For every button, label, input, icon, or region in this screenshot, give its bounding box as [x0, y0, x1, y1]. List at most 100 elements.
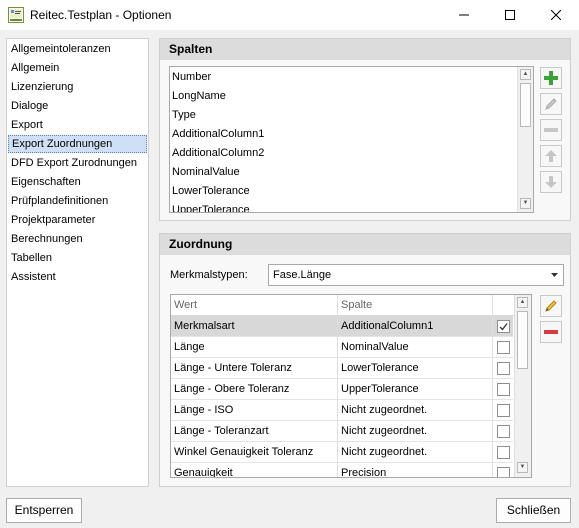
minimize-button[interactable] — [441, 0, 487, 30]
table-row[interactable]: Merkmalsart AdditionalColumn1 — [171, 316, 513, 337]
cell-spalte[interactable]: Nicht zugeordnet. — [338, 400, 493, 421]
cell-wert: Länge — [171, 337, 338, 358]
remove-mapping-button[interactable] — [540, 321, 562, 343]
title-bar: Reitec.Testplan - Optionen — [0, 0, 579, 30]
minus-icon — [544, 330, 558, 334]
close-button[interactable]: Schließen — [496, 498, 571, 523]
scroll-up-arrow-icon[interactable]: ▲ — [517, 297, 528, 308]
cell-spalte[interactable]: AdditionalColumn1 — [338, 316, 493, 337]
pencil-icon — [545, 98, 557, 110]
reitec-app-icon — [8, 7, 24, 23]
edit-column-button[interactable] — [540, 93, 562, 115]
nav-item-tabellen[interactable]: Tabellen — [8, 249, 147, 267]
spalten-group: Spalten Number LongName Type AdditionalC… — [159, 38, 571, 221]
cell-spalte[interactable]: NominalValue — [338, 337, 493, 358]
scrollbar-thumb[interactable] — [520, 83, 531, 127]
mapping-grid: Wert Spalte Merkmalsart AdditionalColumn… — [170, 294, 532, 478]
zuordnung-header: Zuordnung — [160, 234, 570, 255]
row-checkbox[interactable] — [497, 320, 510, 333]
cell-spalte[interactable]: LowerTolerance — [338, 358, 493, 379]
merkmalstypen-value: Fase.Länge — [273, 269, 332, 281]
arrow-up-icon — [545, 150, 557, 162]
spalten-header: Spalten — [160, 39, 570, 60]
list-item[interactable]: LowerTolerance — [172, 182, 250, 201]
merkmalstypen-label: Merkmalstypen: — [170, 269, 248, 281]
row-checkbox[interactable] — [497, 362, 510, 375]
close-icon — [551, 10, 561, 20]
row-checkbox[interactable] — [497, 467, 510, 477]
checkmark-icon — [499, 323, 508, 331]
scrollbar-thumb[interactable] — [517, 311, 528, 369]
chevron-down-icon — [551, 273, 558, 277]
nav-item-export-zuordnungen[interactable]: Export Zuordnungen — [8, 135, 147, 153]
list-item[interactable]: AdditionalColumn1 — [172, 125, 264, 144]
remove-column-button[interactable] — [540, 119, 562, 141]
cell-wert: Merkmalsart — [171, 316, 338, 337]
add-column-button[interactable] — [540, 67, 562, 89]
spalten-list[interactable]: Number LongName Type AdditionalColumn1 A… — [169, 66, 534, 213]
table-row[interactable]: Länge - Toleranzart Nicht zugeordnet. — [171, 421, 513, 442]
move-up-button[interactable] — [540, 145, 562, 167]
minus-icon — [544, 128, 558, 132]
table-row[interactable]: Länge - ISO Nicht zugeordnet. — [171, 400, 513, 421]
maximize-icon — [505, 10, 515, 20]
column-header-check — [493, 295, 514, 316]
cell-wert: Länge - Untere Toleranz — [171, 358, 338, 379]
table-row[interactable]: Winkel Genauigkeit Toleranz Nicht zugeor… — [171, 442, 513, 463]
nav-item-lizenzierung[interactable]: Lizenzierung — [8, 78, 147, 96]
scroll-down-arrow-icon[interactable]: ▼ — [517, 462, 528, 473]
minimize-icon — [459, 14, 469, 16]
pencil-icon — [545, 300, 557, 312]
nav-item-dialoge[interactable]: Dialoge — [8, 97, 147, 115]
cell-spalte[interactable]: UpperTolerance — [338, 379, 493, 400]
cell-wert: Genauigkeit — [171, 463, 338, 477]
list-item[interactable]: UpperTolerance — [172, 201, 250, 212]
cell-wert: Länge - Toleranzart — [171, 421, 338, 442]
unlock-button[interactable]: Entsperren — [6, 498, 82, 523]
list-item[interactable]: NominalValue — [172, 163, 240, 182]
cell-spalte[interactable]: Precision — [338, 463, 493, 477]
merkmalstypen-select[interactable]: Fase.Länge — [268, 264, 564, 286]
edit-mapping-button[interactable] — [540, 295, 562, 317]
grid-scrollbar[interactable]: ▲ ▼ — [514, 295, 531, 477]
row-checkbox[interactable] — [497, 425, 510, 438]
nav-item-projektparameter[interactable]: Projektparameter — [8, 211, 147, 229]
nav-item-eigenschaften[interactable]: Eigenschaften — [8, 173, 147, 191]
nav-item-pruefplandefinitionen[interactable]: Prüfplandefinitionen — [8, 192, 147, 210]
table-row[interactable]: Länge NominalValue — [171, 337, 513, 358]
arrow-down-icon — [545, 176, 557, 188]
window-title: Reitec.Testplan - Optionen — [30, 8, 172, 22]
cell-wert: Winkel Genauigkeit Toleranz — [171, 442, 338, 463]
row-checkbox[interactable] — [497, 341, 510, 354]
nav-item-export[interactable]: Export — [8, 116, 147, 134]
cell-spalte[interactable]: Nicht zugeordnet. — [338, 442, 493, 463]
list-item[interactable]: Type — [172, 106, 196, 125]
row-checkbox[interactable] — [497, 383, 510, 396]
scroll-up-arrow-icon[interactable]: ▲ — [520, 69, 531, 80]
table-row[interactable]: Länge - Untere Toleranz LowerTolerance — [171, 358, 513, 379]
row-checkbox[interactable] — [497, 446, 510, 459]
move-down-button[interactable] — [540, 171, 562, 193]
cell-wert: Länge - Obere Toleranz — [171, 379, 338, 400]
options-nav: Allgemeintoleranzen Allgemein Lizenzieru… — [6, 38, 149, 487]
spalten-scrollbar[interactable]: ▲ ▼ — [517, 67, 533, 212]
cell-spalte[interactable]: Nicht zugeordnet. — [338, 421, 493, 442]
column-header-spalte[interactable]: Spalte — [338, 295, 493, 316]
row-checkbox[interactable] — [497, 404, 510, 417]
column-header-wert[interactable]: Wert — [171, 295, 338, 316]
list-item[interactable]: Number — [172, 68, 211, 87]
zuordnung-group: Zuordnung Merkmalstypen: Fase.Länge Wert… — [159, 233, 571, 487]
nav-item-allgemeintoleranzen[interactable]: Allgemeintoleranzen — [8, 40, 147, 58]
maximize-button[interactable] — [487, 0, 533, 30]
nav-item-berechnungen[interactable]: Berechnungen — [8, 230, 147, 248]
nav-item-dfd-export[interactable]: DFD Export Zurodnungen — [8, 154, 147, 172]
table-row[interactable]: Genauigkeit Precision — [171, 463, 513, 477]
table-row[interactable]: Länge - Obere Toleranz UpperTolerance — [171, 379, 513, 400]
close-window-button[interactable] — [533, 0, 579, 30]
nav-item-assistent[interactable]: Assistent — [8, 268, 147, 286]
nav-item-allgemein[interactable]: Allgemein — [8, 59, 147, 77]
plus-icon — [544, 71, 558, 85]
scroll-down-arrow-icon[interactable]: ▼ — [520, 198, 531, 209]
list-item[interactable]: LongName — [172, 87, 226, 106]
list-item[interactable]: AdditionalColumn2 — [172, 144, 264, 163]
